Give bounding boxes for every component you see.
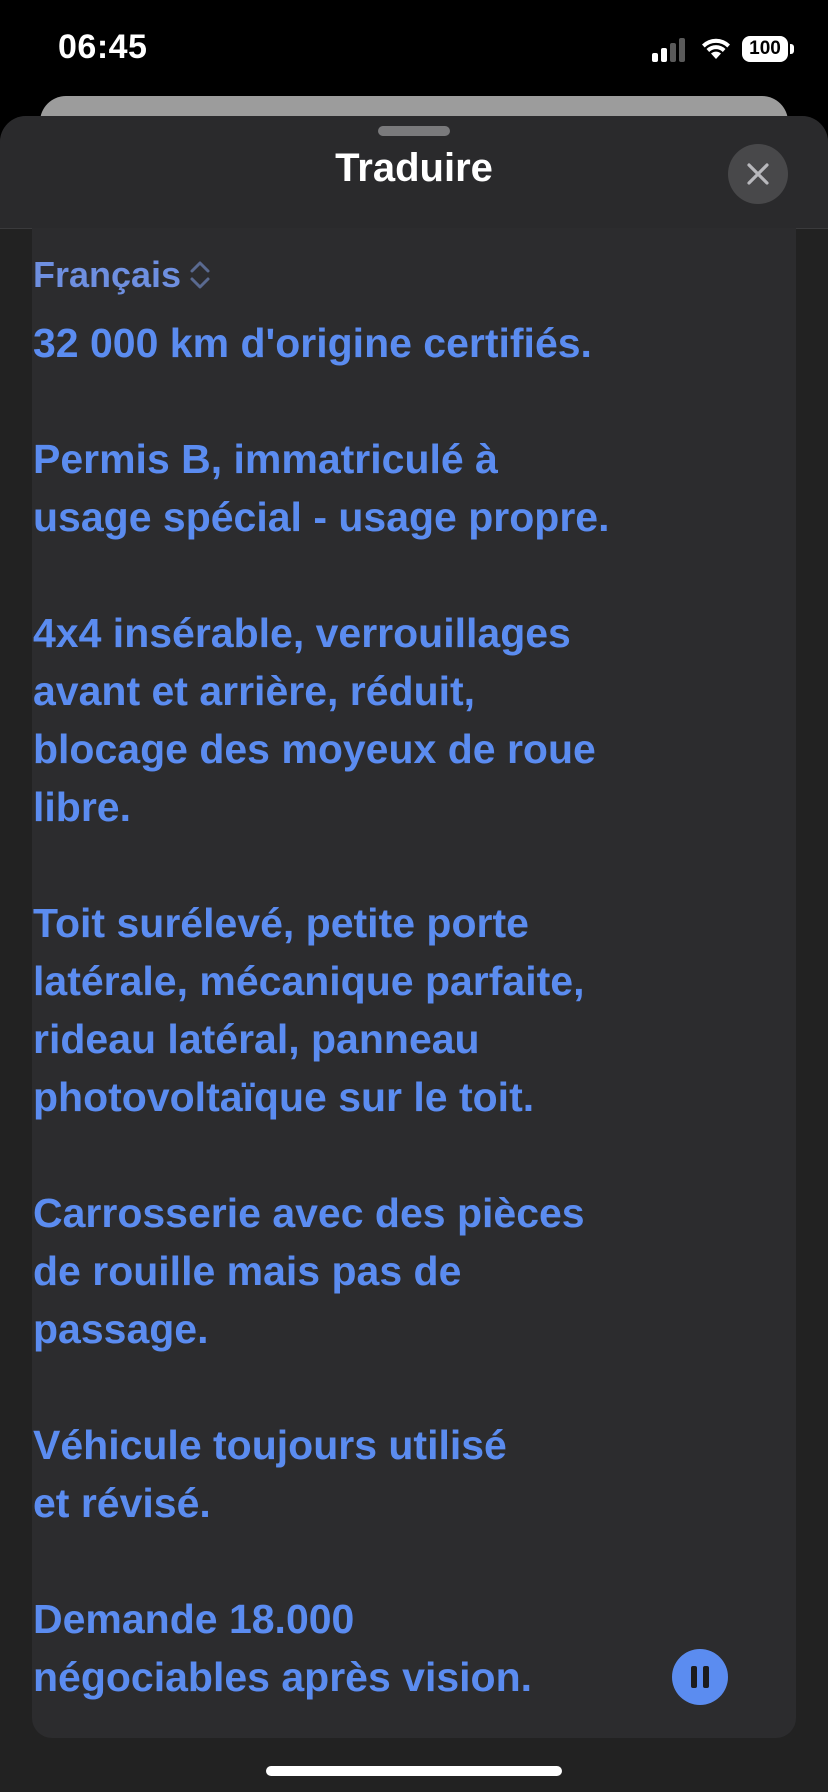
status-icons: 100 bbox=[652, 34, 794, 64]
translation-paragraph: Toit surélevé, petite porte latérale, mé… bbox=[33, 900, 585, 1120]
pause-icon bbox=[703, 1666, 709, 1688]
translation-paragraph: 4x4 insérable, verrouillages avant et ar… bbox=[33, 610, 596, 830]
translation-paragraph: Véhicule toujours utilisé et révisé. bbox=[33, 1422, 507, 1526]
sheet-header: Traduire bbox=[0, 116, 828, 229]
translated-text: 32 000 km d'origine certifiés. Permis B,… bbox=[33, 314, 693, 1764]
status-time: 06:45 bbox=[58, 28, 148, 66]
sheet-title: Traduire bbox=[335, 146, 493, 190]
translate-sheet: Traduire Français 32 000 km d'origine ce… bbox=[0, 116, 828, 1792]
battery-tip bbox=[790, 44, 794, 54]
pause-button[interactable] bbox=[672, 1649, 728, 1705]
translation-paragraph: Demande 18.000 négociables après vision. bbox=[33, 1596, 533, 1700]
translation-paragraph: Carrosserie avec des pièces de rouille m… bbox=[33, 1190, 585, 1352]
chevron-up-down-icon bbox=[190, 261, 210, 289]
pause-icon bbox=[691, 1666, 697, 1688]
battery-level: 100 bbox=[749, 38, 781, 59]
wifi-icon bbox=[702, 38, 730, 59]
language-label: Français bbox=[33, 254, 182, 295]
translation-paragraph: 32 000 km d'origine certifiés. bbox=[33, 320, 592, 366]
close-button[interactable] bbox=[728, 144, 788, 204]
translation-paragraph: Permis B, immatriculé à usage spécial - … bbox=[33, 436, 610, 540]
close-icon bbox=[747, 163, 769, 185]
home-indicator[interactable] bbox=[266, 1766, 562, 1776]
sheet-grabber[interactable] bbox=[378, 126, 450, 136]
status-bar: 06:45 100 bbox=[0, 0, 828, 100]
battery-icon: 100 bbox=[742, 36, 788, 62]
language-selector[interactable]: Français bbox=[33, 254, 211, 296]
cellular-signal-icon bbox=[652, 36, 688, 62]
